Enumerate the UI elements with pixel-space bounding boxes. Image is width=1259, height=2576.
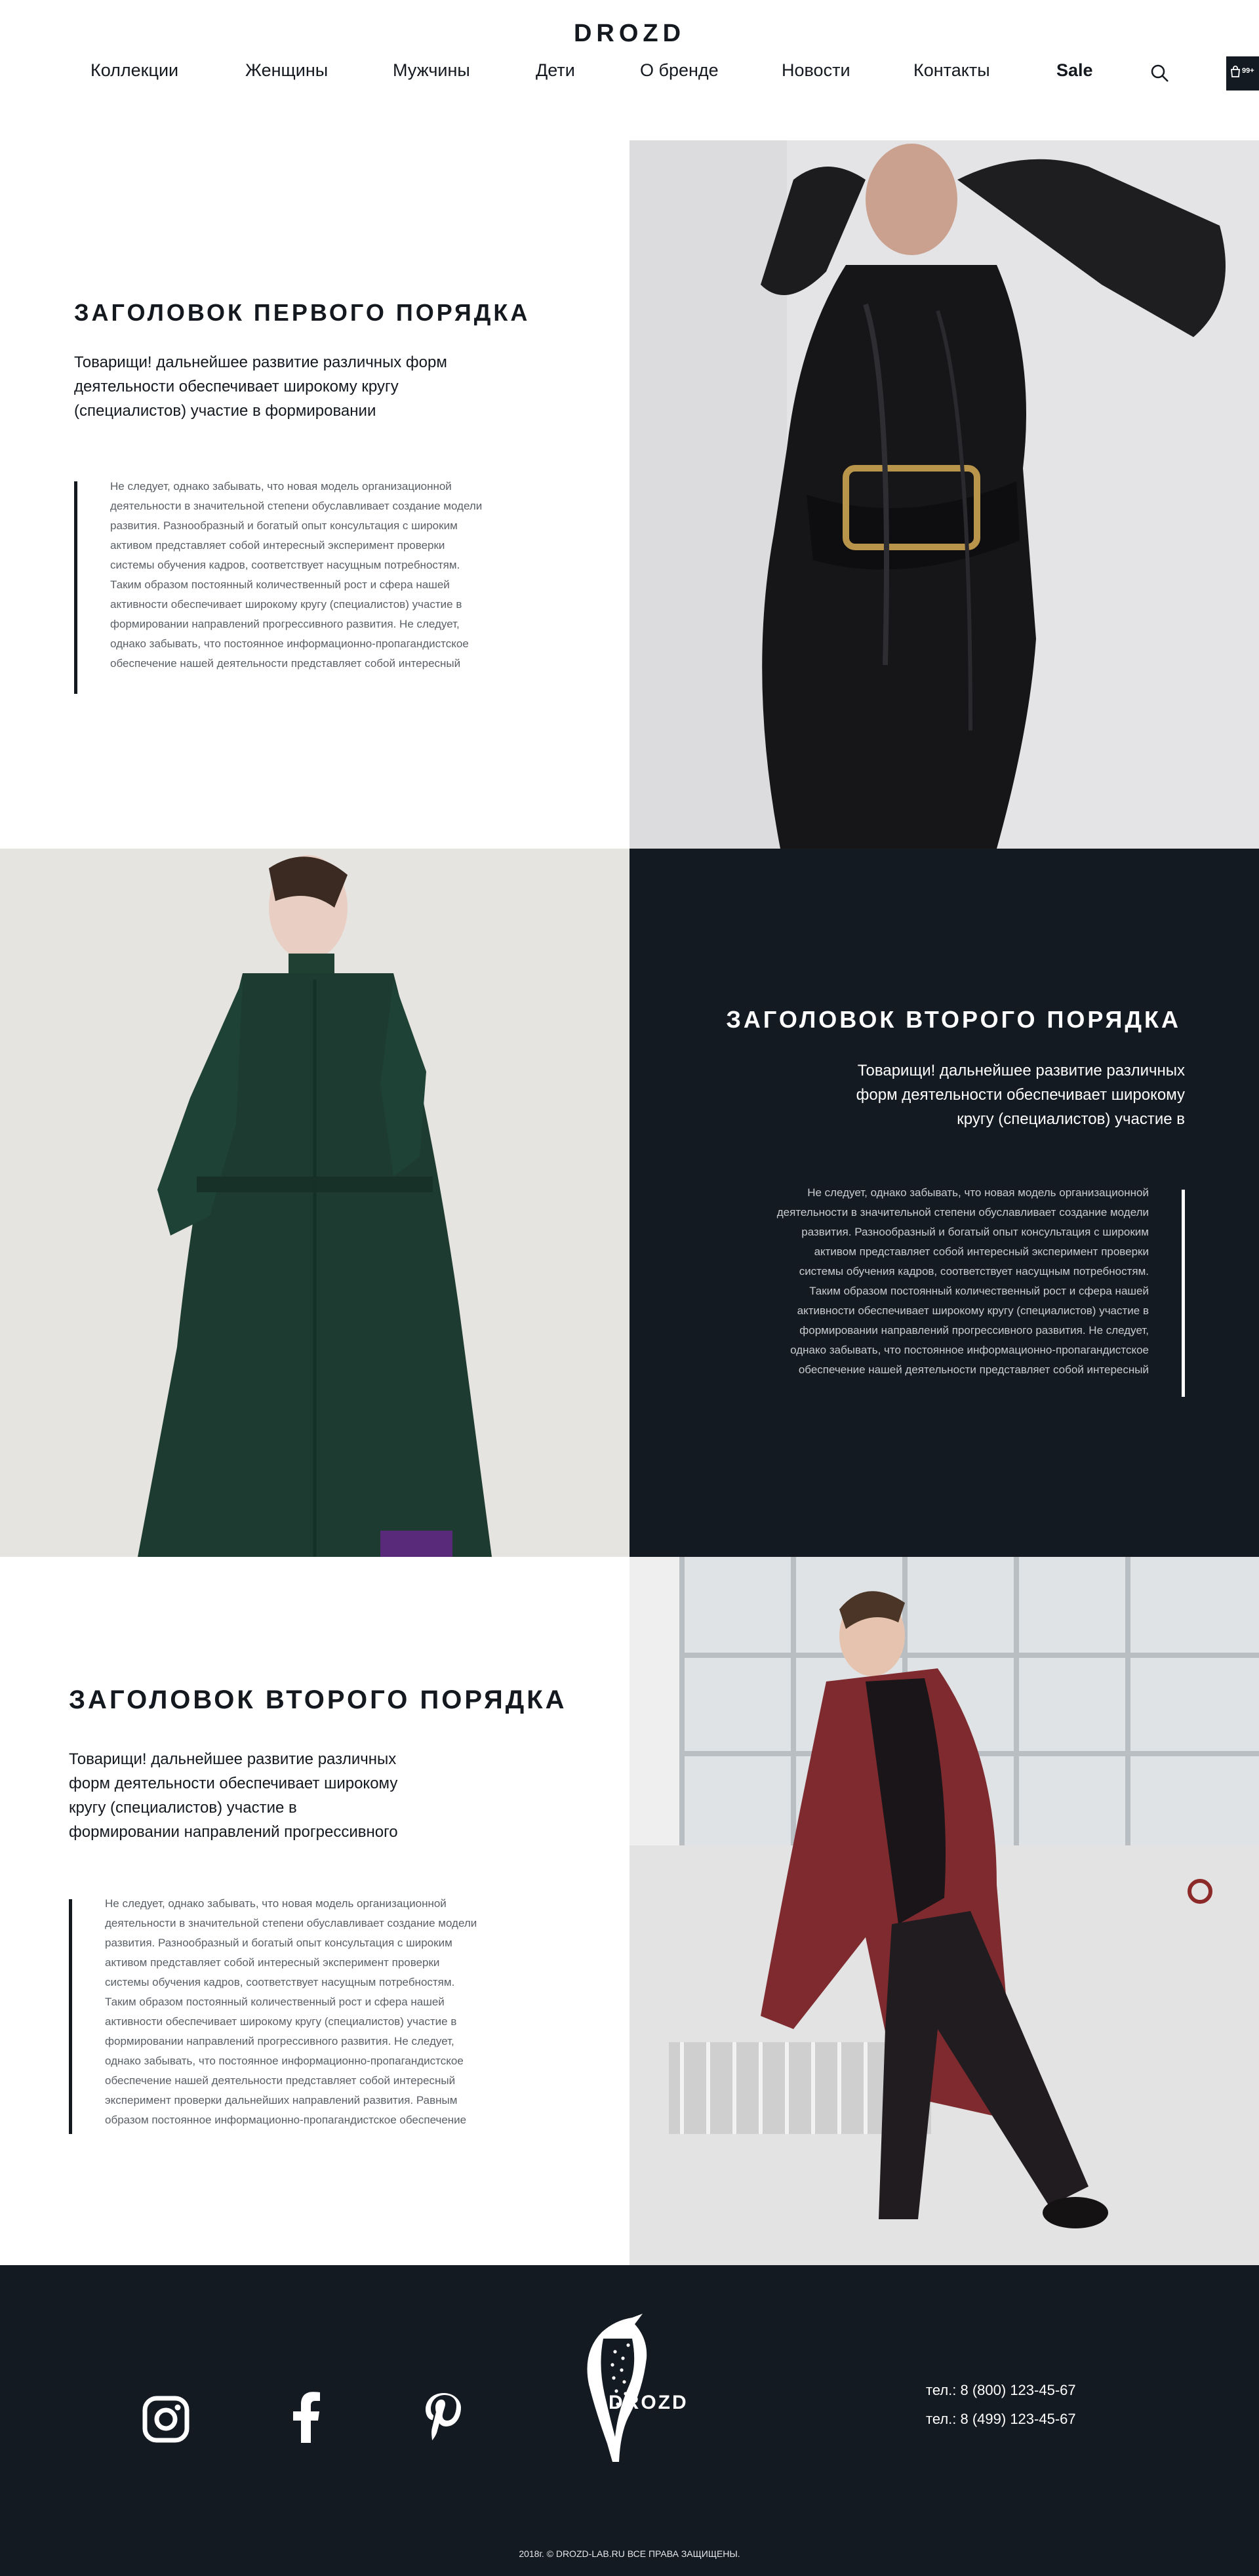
facebook-icon[interactable] bbox=[290, 2390, 323, 2443]
text-panel: ЗАГОЛОВОК ВТОРОГО ПОРЯДКА Товарищи! даль… bbox=[0, 1557, 630, 2265]
quote-bar bbox=[69, 1899, 72, 2134]
footer-brand-name: DROZD bbox=[609, 2392, 689, 2413]
main-nav: Коллекции Женщины Мужчины Дети О бренде … bbox=[0, 60, 1259, 87]
nav-item-men[interactable]: Мужчины bbox=[393, 60, 470, 81]
section-title: ЗАГОЛОВОК ВТОРОГО ПОРЯДКА bbox=[69, 1685, 567, 1714]
section-quote: Не следует, однако забывать, что новая м… bbox=[110, 480, 483, 670]
photo-woman-leather-dress bbox=[630, 140, 1259, 849]
cart-button[interactable]: 99+ bbox=[1226, 56, 1259, 91]
site-logo[interactable]: DROZD bbox=[0, 20, 1259, 48]
nav-item-news[interactable]: Новости bbox=[782, 60, 850, 81]
feature-section-2: ЗАГОЛОВОК ВТОРОГО ПОРЯДКА Товарищи! даль… bbox=[0, 849, 1259, 1557]
nav-item-women[interactable]: Женщины bbox=[245, 60, 328, 81]
photo-man-red-coat bbox=[630, 1557, 1259, 2265]
section-title: ЗАГОЛОВОК ВТОРОГО ПОРЯДКА bbox=[726, 1006, 1181, 1033]
section-lead: Товарищи! дальнейшее развитие различных ф… bbox=[69, 1750, 398, 1841]
quote-bar bbox=[1182, 1190, 1185, 1397]
quote-bar bbox=[74, 481, 77, 694]
bag-icon bbox=[1231, 66, 1240, 77]
search-icon[interactable] bbox=[1149, 63, 1170, 84]
section-lead: Товарищи! дальнейшее развитие различных … bbox=[74, 353, 447, 420]
section-quote: Не следует, однако забывать, что новая м… bbox=[776, 1186, 1149, 1376]
nav-item-collections[interactable]: Коллекции bbox=[90, 60, 178, 81]
photo-panel bbox=[630, 140, 1259, 849]
nav-item-about[interactable]: О бренде bbox=[640, 60, 719, 81]
cart-count: 99+ bbox=[1242, 67, 1254, 75]
instagram-icon[interactable] bbox=[142, 2396, 190, 2443]
text-panel: ЗАГОЛОВОК ВТОРОГО ПОРЯДКА Товарищи! даль… bbox=[630, 849, 1259, 1557]
photo-panel bbox=[0, 849, 630, 1557]
section-title: ЗАГОЛОВОК ПЕРВОГО ПОРЯДКА bbox=[74, 299, 530, 326]
section-lead: Товарищи! дальнейшее развитие различных ф… bbox=[856, 1062, 1185, 1128]
footer-phone-2[interactable]: тел.: 8 (499) 123-45-67 bbox=[926, 2411, 1076, 2428]
photo-woman-green-coat bbox=[0, 849, 630, 1557]
footer-copyright: 2018г. © DROZD-LAB.RU ВСЕ ПРАВА ЗАЩИЩЕНЫ… bbox=[519, 2548, 740, 2559]
feature-section-3: ЗАГОЛОВОК ВТОРОГО ПОРЯДКА Товарищи! даль… bbox=[0, 1557, 1259, 2265]
nav-item-sale[interactable]: Sale bbox=[1056, 60, 1093, 81]
nav-item-kids[interactable]: Дети bbox=[536, 60, 575, 81]
site-header: DROZD Коллекции Женщины Мужчины Дети О б… bbox=[0, 0, 1259, 140]
drozd-bird-logo[interactable] bbox=[569, 2312, 700, 2463]
pinterest-icon[interactable] bbox=[424, 2392, 463, 2444]
feature-section-1: ЗАГОЛОВОК ПЕРВОГО ПОРЯДКА Товарищи! даль… bbox=[0, 140, 1259, 849]
nav-item-contacts[interactable]: Контакты bbox=[913, 60, 990, 81]
site-footer: DROZD тел.: 8 (800) 123-45-67 тел.: 8 (4… bbox=[0, 2265, 1259, 2576]
text-panel: ЗАГОЛОВОК ПЕРВОГО ПОРЯДКА Товарищи! даль… bbox=[0, 140, 630, 849]
footer-phone-1[interactable]: тел.: 8 (800) 123-45-67 bbox=[926, 2382, 1076, 2399]
section-quote: Не следует, однако забывать, что новая м… bbox=[105, 1897, 477, 2126]
photo-panel bbox=[630, 1557, 1259, 2265]
